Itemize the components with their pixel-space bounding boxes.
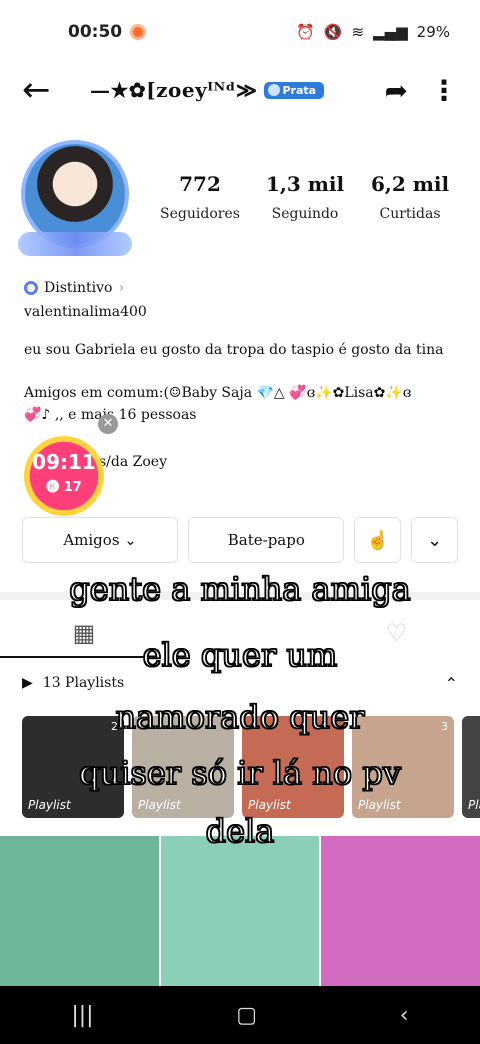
status-bar: 00:50 ⏰ 🔇 ≋ ▂▄▆ 29% — [0, 0, 480, 64]
badge-label: Prata — [282, 83, 317, 97]
timer-time: 09:11 — [32, 450, 96, 474]
back-arrow-icon[interactable]: ← — [22, 73, 62, 107]
alarm-icon: ⏰ — [296, 23, 315, 41]
followers-label: Seguidores — [160, 206, 240, 222]
reward-timer[interactable]: ✕ 09:11 🅚 17 — [24, 414, 118, 516]
caption-line: quiser só ir lá no pv — [78, 753, 401, 793]
profile-title: —★✿[zoeyᴵᴺᵈ≫ — [90, 78, 258, 102]
signal-icon: ▂▄▆ — [373, 23, 408, 41]
share-icon[interactable]: ➦ — [385, 74, 408, 107]
playlist-label: Playlist — [138, 798, 181, 812]
stat-likes[interactable]: 6,2 mil Curtidas — [360, 172, 460, 222]
video-grid — [0, 836, 480, 986]
stat-following[interactable]: 1,3 mil Seguindo — [255, 172, 355, 222]
mute-icon: 🔇 — [323, 23, 343, 41]
status-time: 00:50 — [68, 22, 123, 42]
caption-line: dela — [205, 811, 275, 851]
rank-badge[interactable]: Prata — [263, 81, 325, 99]
distintivo-icon — [24, 281, 38, 295]
battery-percent: 29% — [416, 23, 450, 41]
back-icon[interactable]: ‹ — [400, 1003, 409, 1028]
mutual-friends-line-2: 💞♪ ,, e mais 16 pessoas — [24, 407, 197, 423]
bio-text: eu sou Gabriela eu gosto da tropa do tas… — [24, 342, 444, 358]
caption-line: gente a minha amiga — [68, 569, 411, 609]
hand-icon: ☝ — [366, 529, 390, 551]
caption-line: namorado quer — [115, 697, 365, 737]
playlists-title: 13 Playlists — [42, 675, 125, 691]
bio-section: Distintivo › valentinalima400 eu sou Gab… — [24, 280, 464, 426]
chat-button-label: Bate-papo — [227, 531, 305, 549]
avatar-frame — [18, 232, 132, 256]
chevron-down-icon: ⌄ — [427, 529, 443, 551]
profile-header: ← —★✿[zoeyᴵᴺᵈ≫ Prata ➦ ⋮ — [0, 64, 480, 116]
friends-button-label: Amigos — [63, 531, 120, 549]
avatar[interactable] — [16, 140, 134, 262]
chat-button[interactable]: Bate-papo — [188, 517, 345, 563]
recent-apps-icon[interactable]: ||| — [71, 1003, 93, 1028]
playlist-label: Playlist — [358, 798, 401, 812]
status-icons: ⏰ 🔇 ≋ ▂▄▆ 29% — [296, 23, 450, 41]
video-thumbnail[interactable] — [160, 836, 320, 986]
coin-value: 17 — [63, 480, 82, 495]
mutual-friends-line-1: Amigos em comum:(☺Baby Saja 💎△͏ 💞ɞ✨✿Lisa… — [24, 385, 412, 401]
following-count: 1,3 mil — [265, 172, 345, 196]
chevron-down-icon: ⌄ — [124, 531, 137, 549]
playlist-icon: ▶ — [22, 675, 33, 691]
badge-icon — [267, 84, 280, 96]
close-icon[interactable]: ✕ — [98, 414, 118, 434]
expand-button[interactable]: ⌄ — [411, 517, 458, 563]
distintivo-label: Distintivo — [44, 280, 113, 296]
video-thumbnail[interactable] — [321, 836, 480, 986]
action-buttons: Amigos ⌄ Bate-papo ☝ ⌄ — [22, 517, 458, 563]
system-nav-bar: ||| ▢ ‹ — [0, 986, 480, 1044]
distintivo-link[interactable]: Distintivo › — [24, 280, 464, 296]
home-icon[interactable]: ▢ — [236, 1003, 257, 1028]
chevron-up-icon[interactable]: ⌃ — [445, 674, 458, 693]
playlist-label: Pla — [468, 798, 480, 812]
stat-followers[interactable]: 772 Seguidores — [150, 172, 250, 222]
recording-icon — [130, 24, 147, 40]
coin-count: 🅚 17 — [46, 480, 82, 495]
caption-line: ele quer um — [142, 635, 338, 675]
video-thumbnail[interactable] — [0, 836, 159, 986]
gift-button[interactable]: ☝ — [354, 517, 402, 563]
chevron-right-icon: › — [118, 280, 125, 296]
likes-count: 6,2 mil — [370, 172, 450, 196]
following-label: Seguindo — [271, 206, 339, 222]
username: valentinalima400 — [24, 304, 147, 320]
profile-stats: 772 Seguidores 1,3 mil Seguindo 6,2 mil … — [150, 172, 460, 222]
wifi-icon: ≋ — [351, 23, 365, 41]
followers-count: 772 — [179, 172, 221, 196]
mutual-friends[interactable]: Amigos em comum:(☺Baby Saja 💎△͏ 💞ɞ✨✿Lisa… — [24, 382, 464, 426]
more-options-icon[interactable]: ⋮ — [430, 74, 458, 107]
playlist-label: Playlist — [28, 798, 71, 812]
friends-button[interactable]: Amigos ⌄ — [22, 517, 179, 563]
playlist-label: Playlist — [248, 798, 291, 812]
likes-label: Curtidas — [379, 206, 441, 222]
